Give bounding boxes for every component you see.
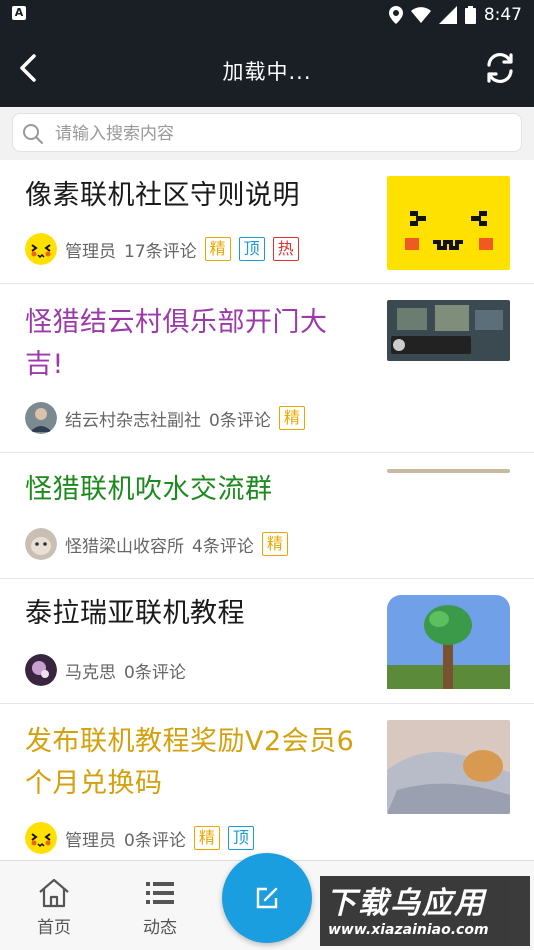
avatar[interactable] [25,233,57,265]
featured-badge: 精 [193,826,220,850]
refresh-button[interactable] [480,48,520,88]
nav-home-label: 首页 [37,918,71,938]
status-time: 8:47 [483,5,522,25]
compose-button[interactable] [222,853,312,943]
post-comment-count: 0条评论 [124,662,186,683]
search-icon [23,124,43,144]
post-author[interactable]: 马克思 [65,658,116,683]
post-author[interactable]: 怪猎梁山收容所 [65,532,184,557]
post-comment-count: 0条评论 [209,410,271,431]
post-author[interactable]: 结云村杂志社副社 [65,406,201,431]
post-comment-count: 0条评论 [124,830,186,851]
post-title[interactable]: 泰拉瑞亚联机教程 [25,593,245,635]
hot-badge: 热 [272,237,299,261]
avatar[interactable] [25,654,57,686]
post-item[interactable]: 怪猎联机吹水交流群 怪猎梁山收容所 4条评论 精 [0,453,534,579]
avatar[interactable] [25,402,57,434]
signal-icon [438,6,457,24]
watermark-logo: 下载乌应用 www.xiazainiao.com [320,876,530,946]
watermark-url: www.xiazainiao.com [328,922,489,938]
post-title[interactable]: 发布联机教程奖励V2会员6个月兑换码 [25,721,370,805]
edit-icon [256,887,278,909]
wifi-icon [410,7,431,23]
status-bar: A 8:47 [0,0,534,30]
post-item[interactable]: 怪猎结云村俱乐部开门大吉! 结云村杂志社副社 0条评论 精 [0,284,534,453]
page-title: 加载中... [222,60,312,84]
app-notification-icon: A [12,6,26,20]
search-bar [0,107,534,160]
app-bar: 加载中... [0,30,534,107]
watermark-text: 下载乌应用 [326,886,486,921]
refresh-icon [487,52,513,84]
post-list: 像素联机社区守则说明 管理员 17条评论 精 顶 热 怪猎结云村俱乐部开门大吉! [0,160,534,860]
post-title[interactable]: 像素联机社区守则说明 [25,175,300,217]
post-author[interactable]: 管理员 [65,826,116,851]
battery-icon [464,6,476,24]
featured-badge: 精 [204,237,231,261]
post-thumbnail[interactable] [387,176,510,270]
nav-feed[interactable]: 动态 [130,877,190,938]
nav-home[interactable]: 首页 [24,877,84,938]
post-thumbnail[interactable] [387,720,510,814]
location-icon [388,6,403,24]
list-icon [146,882,174,904]
pinned-badge: 顶 [238,237,265,261]
nav-feed-label: 动态 [143,918,177,938]
post-item[interactable]: 泰拉瑞亚联机教程 马克思 0条评论 [0,579,534,704]
featured-badge: 精 [261,532,288,556]
avatar[interactable] [25,822,57,854]
post-item[interactable]: 发布联机教程奖励V2会员6个月兑换码 管理员 0条评论 精 顶 [0,704,534,860]
post-thumbnail[interactable] [387,300,510,361]
post-title[interactable]: 怪猎结云村俱乐部开门大吉! [25,302,365,386]
featured-badge: 精 [278,406,305,430]
post-item[interactable]: 像素联机社区守则说明 管理员 17条评论 精 顶 热 [0,160,534,284]
post-comment-count: 17条评论 [124,241,197,262]
post-comment-count: 4条评论 [192,536,254,557]
search-box[interactable] [12,113,522,153]
post-thumbnail[interactable] [387,469,510,473]
search-input[interactable] [53,114,517,153]
post-thumbnail[interactable] [387,595,510,689]
post-author[interactable]: 管理员 [65,237,116,262]
post-title[interactable]: 怪猎联机吹水交流群 [25,469,273,511]
pinned-badge: 顶 [227,826,254,850]
avatar[interactable] [25,528,57,560]
home-icon [39,878,69,908]
